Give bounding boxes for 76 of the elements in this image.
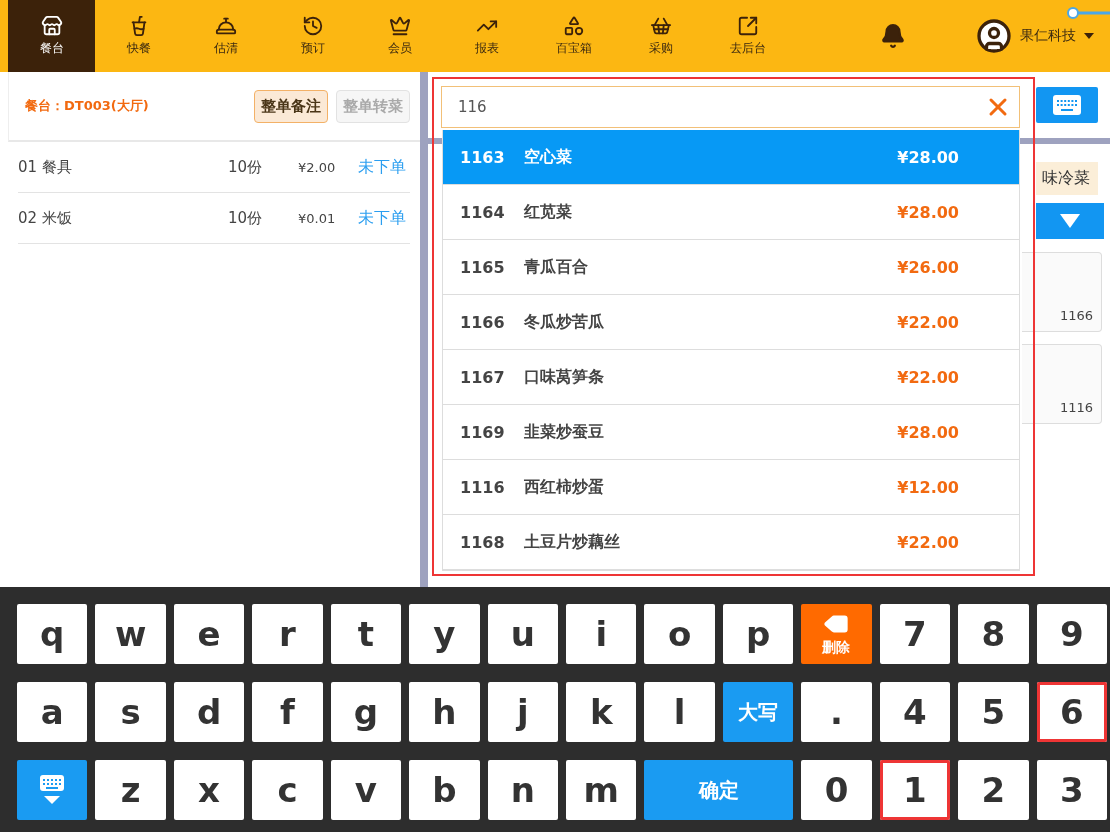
keyboard-key[interactable]: k xyxy=(566,682,637,742)
dish-code: 1116 xyxy=(1059,400,1093,415)
caret-icon[interactable] xyxy=(1084,33,1094,39)
external-link-icon xyxy=(736,15,759,37)
keyboard-key[interactable]: 9 xyxy=(1036,604,1107,664)
keyboard-key[interactable]: q xyxy=(17,604,88,664)
keyboard-key[interactable]: 8 xyxy=(958,604,1029,664)
keyboard-key[interactable]: 7 xyxy=(879,604,951,664)
dish-card[interactable]: 1116 xyxy=(1022,344,1102,424)
keyboard-key[interactable]: w xyxy=(95,604,166,664)
nav-tab[interactable]: 采购 xyxy=(617,0,704,72)
keyboard-key[interactable]: h xyxy=(409,682,480,742)
slider-handle-icon xyxy=(1066,6,1110,20)
crown-icon xyxy=(388,15,411,37)
keyboard-key[interactable]: j xyxy=(487,682,558,742)
nav-tab[interactable]: 百宝箱 xyxy=(530,0,617,72)
store-icon xyxy=(40,15,63,37)
keyboard-key[interactable]: x xyxy=(173,760,245,820)
nav-tab[interactable]: 去后台 xyxy=(704,0,791,72)
expand-button[interactable] xyxy=(1036,203,1104,239)
keyboard-icon xyxy=(1052,94,1082,116)
item-quantity: 10份 xyxy=(228,208,264,228)
keyboard-key[interactable]: 5 xyxy=(958,682,1029,742)
keyboard-key[interactable]: c xyxy=(252,760,323,820)
item-name: 02 米饭 xyxy=(18,208,73,228)
user-name[interactable]: 果仁科技 xyxy=(1020,27,1076,45)
basket-icon xyxy=(649,15,672,37)
keyboard-key[interactable]: 4 xyxy=(879,682,951,742)
keyboard-key[interactable]: a xyxy=(17,682,88,742)
category-tab[interactable]: 味冷菜 xyxy=(1036,162,1098,195)
keyboard-key[interactable]: n xyxy=(487,760,558,820)
nav-tab[interactable]: 会员 xyxy=(356,0,443,72)
keyboard-key[interactable]: . xyxy=(801,682,872,742)
keyboard-key[interactable]: z xyxy=(95,760,166,820)
search-field[interactable]: 116 xyxy=(441,86,1020,128)
keyboard-key[interactable]: b xyxy=(409,760,480,820)
keyboard-key[interactable]: o xyxy=(644,604,715,664)
order-note-button[interactable]: 整单备注 xyxy=(254,89,328,123)
keyboard-key[interactable]: 0 xyxy=(801,760,872,820)
keyboard-key[interactable]: m xyxy=(566,760,637,820)
keyboard-key[interactable]: d xyxy=(173,682,245,742)
item-price: ¥0.01 xyxy=(298,210,337,226)
keyboard-key[interactable]: i xyxy=(566,604,637,664)
keyboard-key[interactable]: u xyxy=(487,604,558,664)
keyboard-key[interactable]: r xyxy=(252,604,323,664)
item-price: ¥2.00 xyxy=(298,159,337,175)
clock-icon xyxy=(301,15,324,37)
nav-tab[interactable]: 估清 xyxy=(182,0,269,72)
shapes-icon xyxy=(562,15,585,37)
service-bell-icon xyxy=(214,15,237,37)
table-title: 餐台：DT003(大厅) xyxy=(25,97,150,115)
keyboard-key[interactable]: 2 xyxy=(958,760,1029,820)
keyboard-key[interactable]: s xyxy=(95,682,166,742)
nav-tab[interactable]: 报表 xyxy=(443,0,530,72)
keyboard-key[interactable]: t xyxy=(330,604,402,664)
dish-code: 1166 xyxy=(1059,308,1093,323)
keyboard-key[interactable]: g xyxy=(330,682,402,742)
keyboard-key[interactable]: p xyxy=(722,604,794,664)
keyboard-key[interactable]: v xyxy=(330,760,402,820)
triangle-down-icon xyxy=(1060,214,1080,228)
item-quantity: 10份 xyxy=(228,157,264,177)
keyboard-button[interactable] xyxy=(1036,87,1098,123)
item-name: 01 餐具 xyxy=(18,157,73,177)
nav-tab[interactable]: 餐台 xyxy=(8,0,95,72)
keyboard-key[interactable]: e xyxy=(173,604,245,664)
dish-card[interactable]: 1166 xyxy=(1022,252,1102,332)
nav-tab[interactable]: 快餐 xyxy=(95,0,182,72)
keyboard-key[interactable]: 3 xyxy=(1036,760,1107,820)
keyboard-key[interactable]: f xyxy=(252,682,323,742)
user-avatar-icon[interactable] xyxy=(976,18,1012,54)
keyboard-key[interactable]: l xyxy=(644,682,715,742)
hide-keyboard-key[interactable] xyxy=(17,760,88,820)
keyboard-key[interactable]: 6 xyxy=(1036,682,1107,742)
keyboard-key[interactable]: 1 xyxy=(879,760,951,820)
keyboard-key[interactable]: y xyxy=(409,604,480,664)
nav-tab[interactable]: 预订 xyxy=(269,0,356,72)
